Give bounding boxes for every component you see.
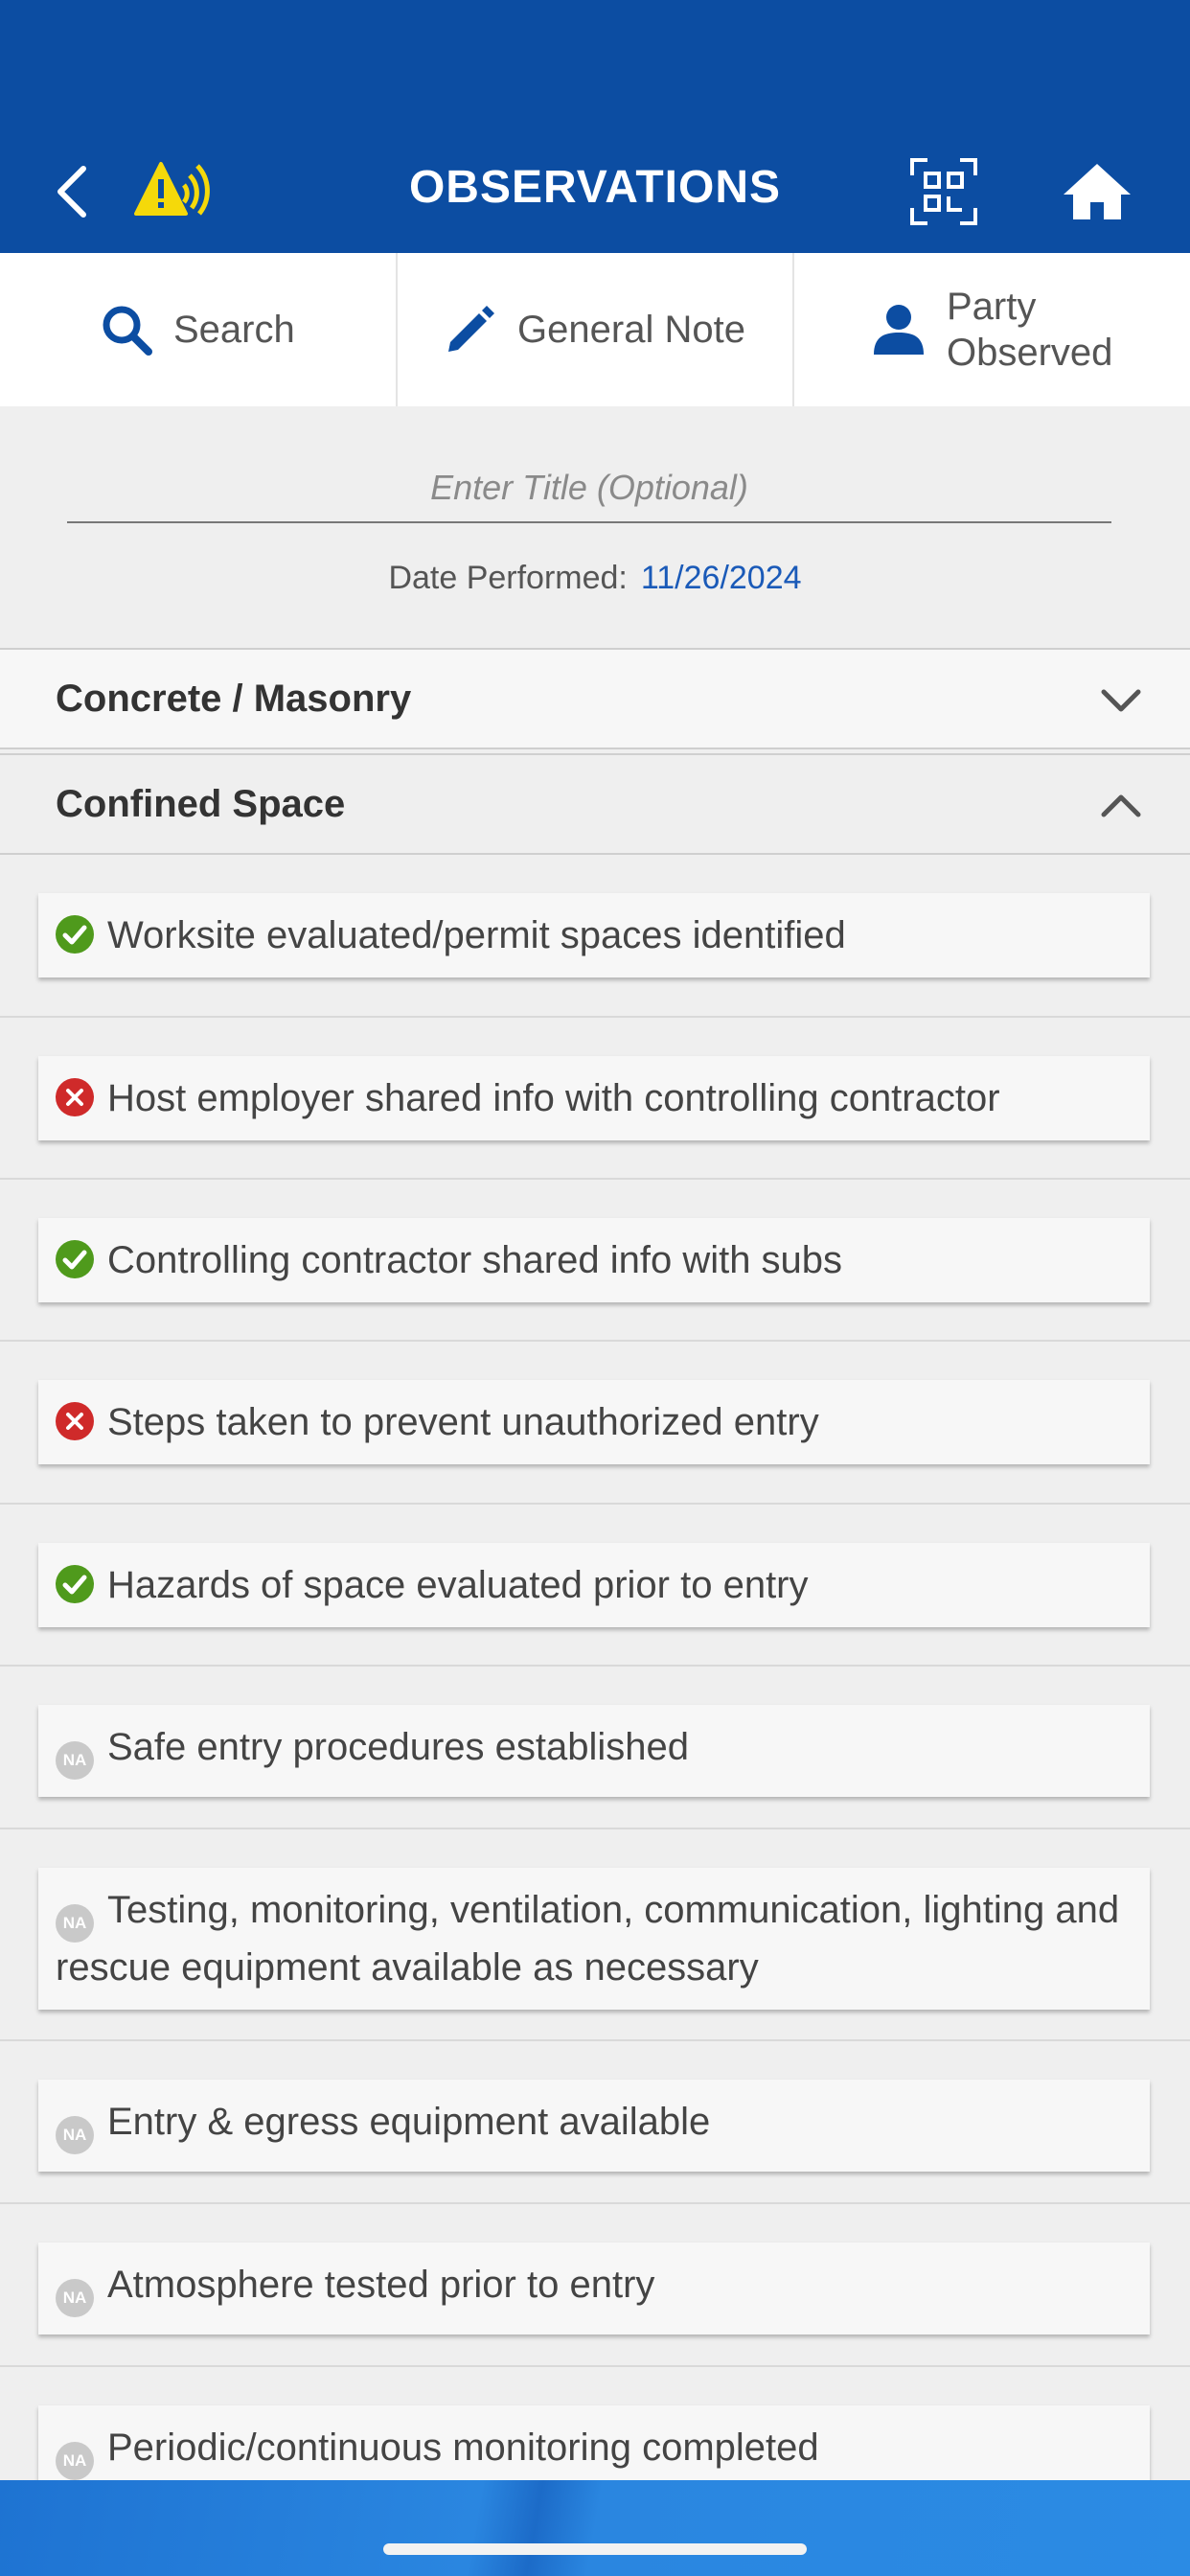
checklist-row: NA Safe entry procedures established	[0, 1667, 1190, 1829]
checklist-item[interactable]: Host employer shared info with controlli…	[38, 1056, 1150, 1140]
connection-warning-button[interactable]	[132, 151, 218, 228]
checklist-row: Controlling contractor shared info with …	[0, 1180, 1190, 1342]
checklist-row: Worksite evaluated/permit spaces identif…	[0, 855, 1190, 1018]
action-toolbar: Search General Note Party Observed	[0, 253, 1190, 408]
category-label: Confined Space	[56, 782, 346, 825]
checklist-item[interactable]: NA Testing, monitoring, ventilation, comm…	[38, 1868, 1150, 2010]
home-indicator[interactable]	[383, 2543, 807, 2555]
date-value[interactable]: 11/26/2024	[641, 560, 802, 596]
checklist-row: NA Testing, monitoring, ventilation, comm…	[0, 1829, 1190, 2041]
category-confined-space[interactable]: Confined Space	[0, 753, 1190, 855]
check-circle-icon[interactable]	[56, 1565, 94, 1603]
na-badge-icon[interactable]: NA	[56, 2116, 94, 2154]
checklist-row: Steps taken to prevent unauthorized entr…	[0, 1342, 1190, 1505]
party-observed-label: Party Observed	[946, 286, 1113, 374]
warning-signal-icon	[134, 162, 210, 216]
checklist-item-label: Testing, monitoring, ventilation, commun…	[56, 1889, 1120, 1989]
date-label: Date Performed:	[388, 560, 628, 596]
na-badge-icon[interactable]: NA	[56, 2442, 94, 2480]
checklist-item-label: Periodic/continuous monitoring completed	[107, 2426, 819, 2469]
check-circle-icon[interactable]	[56, 915, 94, 954]
checklist-item[interactable]: Controlling contractor shared info with …	[38, 1218, 1150, 1302]
bottom-bar	[0, 2480, 1190, 2576]
checklist-item-label: Atmosphere tested prior to entry	[107, 2264, 655, 2306]
checklist-item-label: Controlling contractor shared info with …	[107, 1239, 843, 1281]
search-button[interactable]: Search	[0, 253, 398, 406]
general-note-label: General Note	[517, 308, 745, 351]
na-badge-icon[interactable]: NA	[56, 1741, 94, 1780]
checklist-item[interactable]: Steps taken to prevent unauthorized entr…	[38, 1380, 1150, 1464]
app-header: OBSERVATIONS	[0, 0, 1190, 253]
check-circle-icon[interactable]	[56, 1240, 94, 1278]
checklist-row: Host employer shared info with controlli…	[0, 1018, 1190, 1180]
checklist-row: NA Atmosphere tested prior to entry	[0, 2204, 1190, 2367]
checklist-item-label: Worksite evaluated/permit spaces identif…	[107, 914, 846, 956]
home-button[interactable]	[1054, 153, 1140, 230]
general-note-button[interactable]: General Note	[398, 253, 795, 406]
back-button[interactable]	[38, 153, 105, 230]
checklist-item-label: Entry & egress equipment available	[107, 2101, 711, 2143]
observation-form: Date Performed: 11/26/2024	[0, 406, 1190, 648]
search-icon	[103, 306, 152, 356]
checklist-item[interactable]: Worksite evaluated/permit spaces identif…	[38, 893, 1150, 978]
home-icon	[1064, 164, 1131, 219]
search-label: Search	[172, 308, 295, 351]
checklist-item[interactable]: Hazards of space evaluated prior to entr…	[38, 1543, 1150, 1627]
checklist-item-label: Hazards of space evaluated prior to entr…	[107, 1564, 809, 1606]
title-input[interactable]	[67, 454, 1111, 523]
checklist-item-label: Steps taken to prevent unauthorized entr…	[107, 1401, 819, 1443]
pencil-icon	[448, 306, 495, 352]
checklist-item[interactable]: NA Atmosphere tested prior to entry	[38, 2242, 1150, 2334]
date-performed-row: Date Performed: 11/26/2024	[0, 560, 1190, 597]
person-icon	[873, 305, 924, 355]
checklist-item-label: Host employer shared info with controlli…	[107, 1077, 1000, 1119]
party-observed-button[interactable]: Party Observed	[794, 253, 1190, 406]
chevron-down-icon	[1101, 689, 1141, 712]
qr-scan-icon	[910, 158, 977, 225]
qr-scan-button[interactable]	[905, 153, 982, 230]
category-label: Concrete / Masonry	[56, 677, 412, 720]
chevron-left-icon	[57, 166, 86, 218]
checklist-row: NA Entry & egress equipment available	[0, 2041, 1190, 2204]
checklist-item-label: Safe entry procedures established	[107, 1726, 690, 1768]
chevron-up-icon	[1101, 794, 1141, 817]
category-concrete-masonry[interactable]: Concrete / Masonry	[0, 648, 1190, 749]
na-badge-icon[interactable]: NA	[56, 2279, 94, 2317]
x-circle-icon[interactable]	[56, 1078, 94, 1116]
checklist-item[interactable]: NA Entry & egress equipment available	[38, 2080, 1150, 2172]
na-badge-icon[interactable]: NA	[56, 1904, 94, 1943]
checklist-item[interactable]: NA Safe entry procedures established	[38, 1705, 1150, 1797]
x-circle-icon[interactable]	[56, 1402, 94, 1440]
checklist-row: Hazards of space evaluated prior to entr…	[0, 1505, 1190, 1667]
